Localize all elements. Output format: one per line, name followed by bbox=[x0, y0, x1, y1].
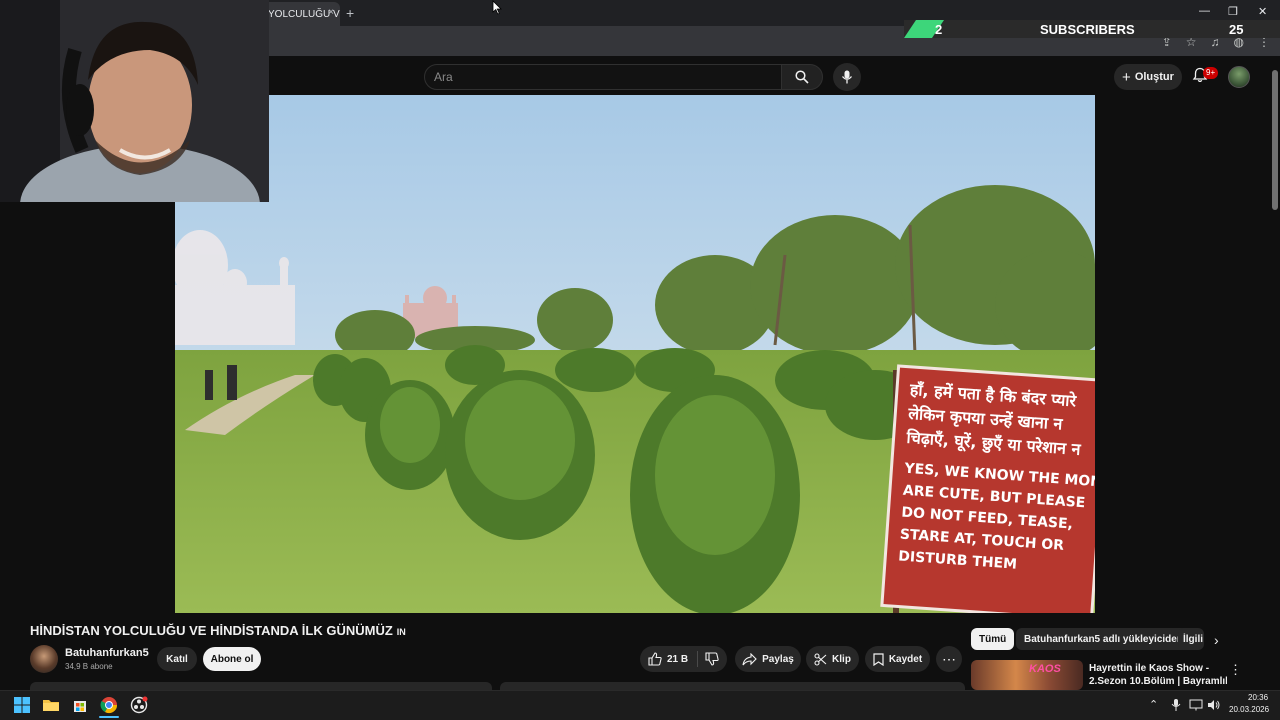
save-button[interactable]: Kaydet bbox=[865, 646, 930, 672]
subscriber-label: SUBSCRIBERS bbox=[1040, 22, 1135, 37]
description-box-secondary[interactable] bbox=[500, 682, 965, 690]
description-box[interactable] bbox=[30, 682, 492, 690]
bookmark-icon bbox=[873, 652, 884, 666]
channel-avatar[interactable] bbox=[30, 645, 58, 673]
save-label: Kaydet bbox=[888, 653, 923, 665]
new-tab-button[interactable]: + bbox=[346, 5, 354, 21]
channel-subscriber-count: 34,9 B abone bbox=[65, 662, 113, 671]
video-title-text: HİNDİSTAN YOLCULUĞU VE HİNDİSTANDA İLK G… bbox=[30, 623, 393, 638]
microphone-tray-icon[interactable] bbox=[1170, 698, 1182, 712]
windows-taskbar bbox=[0, 690, 1280, 720]
volume-icon[interactable] bbox=[1207, 699, 1221, 711]
chevron-right-icon[interactable]: › bbox=[1214, 632, 1219, 648]
plus-icon: + bbox=[1122, 68, 1131, 86]
search-button[interactable] bbox=[781, 64, 823, 90]
video-title: HİNDİSTAN YOLCULUĞU VE HİNDİSTANDA İLK G… bbox=[30, 623, 406, 638]
taskbar-time[interactable]: 20:36 bbox=[1248, 693, 1268, 702]
maximize-button[interactable]: ❐ bbox=[1228, 5, 1238, 18]
streamer-webcam bbox=[0, 0, 269, 202]
video-frame: हाँ, हमें पता है कि बंदर प्यारे लेकिन कृ… bbox=[175, 95, 1095, 613]
mouse-cursor-icon bbox=[492, 0, 502, 15]
tray-overflow-icon[interactable]: ⌃ bbox=[1149, 698, 1158, 711]
share-button[interactable]: Paylaş bbox=[735, 646, 801, 672]
store-icon[interactable] bbox=[71, 696, 89, 714]
like-icon[interactable] bbox=[648, 652, 662, 666]
recommendation-menu-icon[interactable]: ⋮ bbox=[1229, 662, 1242, 678]
subscriber-goal: 25 bbox=[1229, 22, 1244, 37]
search-input[interactable] bbox=[424, 64, 782, 90]
active-app-indicator bbox=[99, 716, 119, 718]
file-explorer-icon[interactable] bbox=[42, 696, 60, 714]
subscriber-count: 2 bbox=[935, 22, 943, 37]
create-button[interactable]: + Oluştur bbox=[1114, 64, 1182, 90]
like-separator bbox=[697, 651, 698, 667]
close-window-button[interactable]: ✕ bbox=[1258, 5, 1267, 18]
subscribe-button[interactable]: Abone ol bbox=[203, 647, 261, 671]
chip-all[interactable]: Tümü bbox=[971, 628, 1015, 650]
tab-close-icon[interactable]: × bbox=[328, 7, 334, 18]
webcam-overlay bbox=[0, 0, 269, 202]
video-player[interactable]: हाँ, हमें पता है कि बंदर प्यारे लेकिन कृ… bbox=[175, 95, 1095, 613]
recommendation-thumb-label: KAOS bbox=[1029, 663, 1061, 675]
create-label: Oluştur bbox=[1134, 71, 1174, 83]
recommendation-title-line: Hayrettin ile Kaos Show - bbox=[1089, 663, 1210, 674]
taskbar-date[interactable]: 20.03.2026 bbox=[1229, 705, 1269, 714]
like-count[interactable]: 21 B bbox=[667, 654, 688, 665]
network-icon[interactable] bbox=[1189, 699, 1203, 711]
dislike-icon[interactable] bbox=[705, 652, 719, 666]
join-button[interactable]: Katıl bbox=[157, 647, 197, 671]
notification-badge: 9+ bbox=[1203, 67, 1219, 79]
browser-tab[interactable]: YOLCULUĞU V × bbox=[258, 2, 340, 26]
clip-button[interactable]: Klip bbox=[806, 646, 859, 672]
windows-start-icon[interactable] bbox=[13, 696, 31, 714]
share-icon bbox=[742, 652, 757, 665]
search-placeholder: Ara bbox=[434, 70, 453, 84]
recommendation-thumbnail[interactable]: KAOS bbox=[971, 660, 1083, 690]
voice-search-button[interactable] bbox=[833, 63, 861, 91]
scissors-icon bbox=[814, 652, 827, 666]
mic-icon bbox=[841, 70, 853, 84]
scrollbar-thumb[interactable] bbox=[1272, 70, 1278, 210]
share-label: Paylaş bbox=[762, 653, 794, 665]
chip-related[interactable]: İlgili bbox=[1178, 628, 1204, 650]
search-icon bbox=[795, 70, 809, 84]
clip-label: Klip bbox=[832, 653, 851, 665]
account-avatar[interactable] bbox=[1228, 66, 1250, 88]
recommendation-title-line: 2.Sezon 10.Bölüm | Bayramlık ... bbox=[1089, 676, 1227, 687]
screen: YOLCULUĞU V × + — ❐ ✕ ⇪ ☆ ♫ ◍ ⋮ 2 SUBSCR… bbox=[0, 0, 1280, 720]
channel-name[interactable]: Batuhanfurkan5 bbox=[65, 647, 149, 659]
chip-from-uploader[interactable]: Batuhanfurkan5 adlı yükleyiciden bbox=[1016, 628, 1191, 650]
minimize-button[interactable]: — bbox=[1199, 5, 1210, 17]
more-actions-button[interactable]: ⋯ bbox=[936, 646, 962, 672]
obs-icon[interactable] bbox=[130, 696, 148, 714]
chrome-icon[interactable] bbox=[100, 696, 118, 714]
recommendation-title[interactable]: Hayrettin ile Kaos Show - 2.Sezon 10.Böl… bbox=[1089, 662, 1227, 688]
country-flag-label: IN bbox=[396, 627, 406, 637]
